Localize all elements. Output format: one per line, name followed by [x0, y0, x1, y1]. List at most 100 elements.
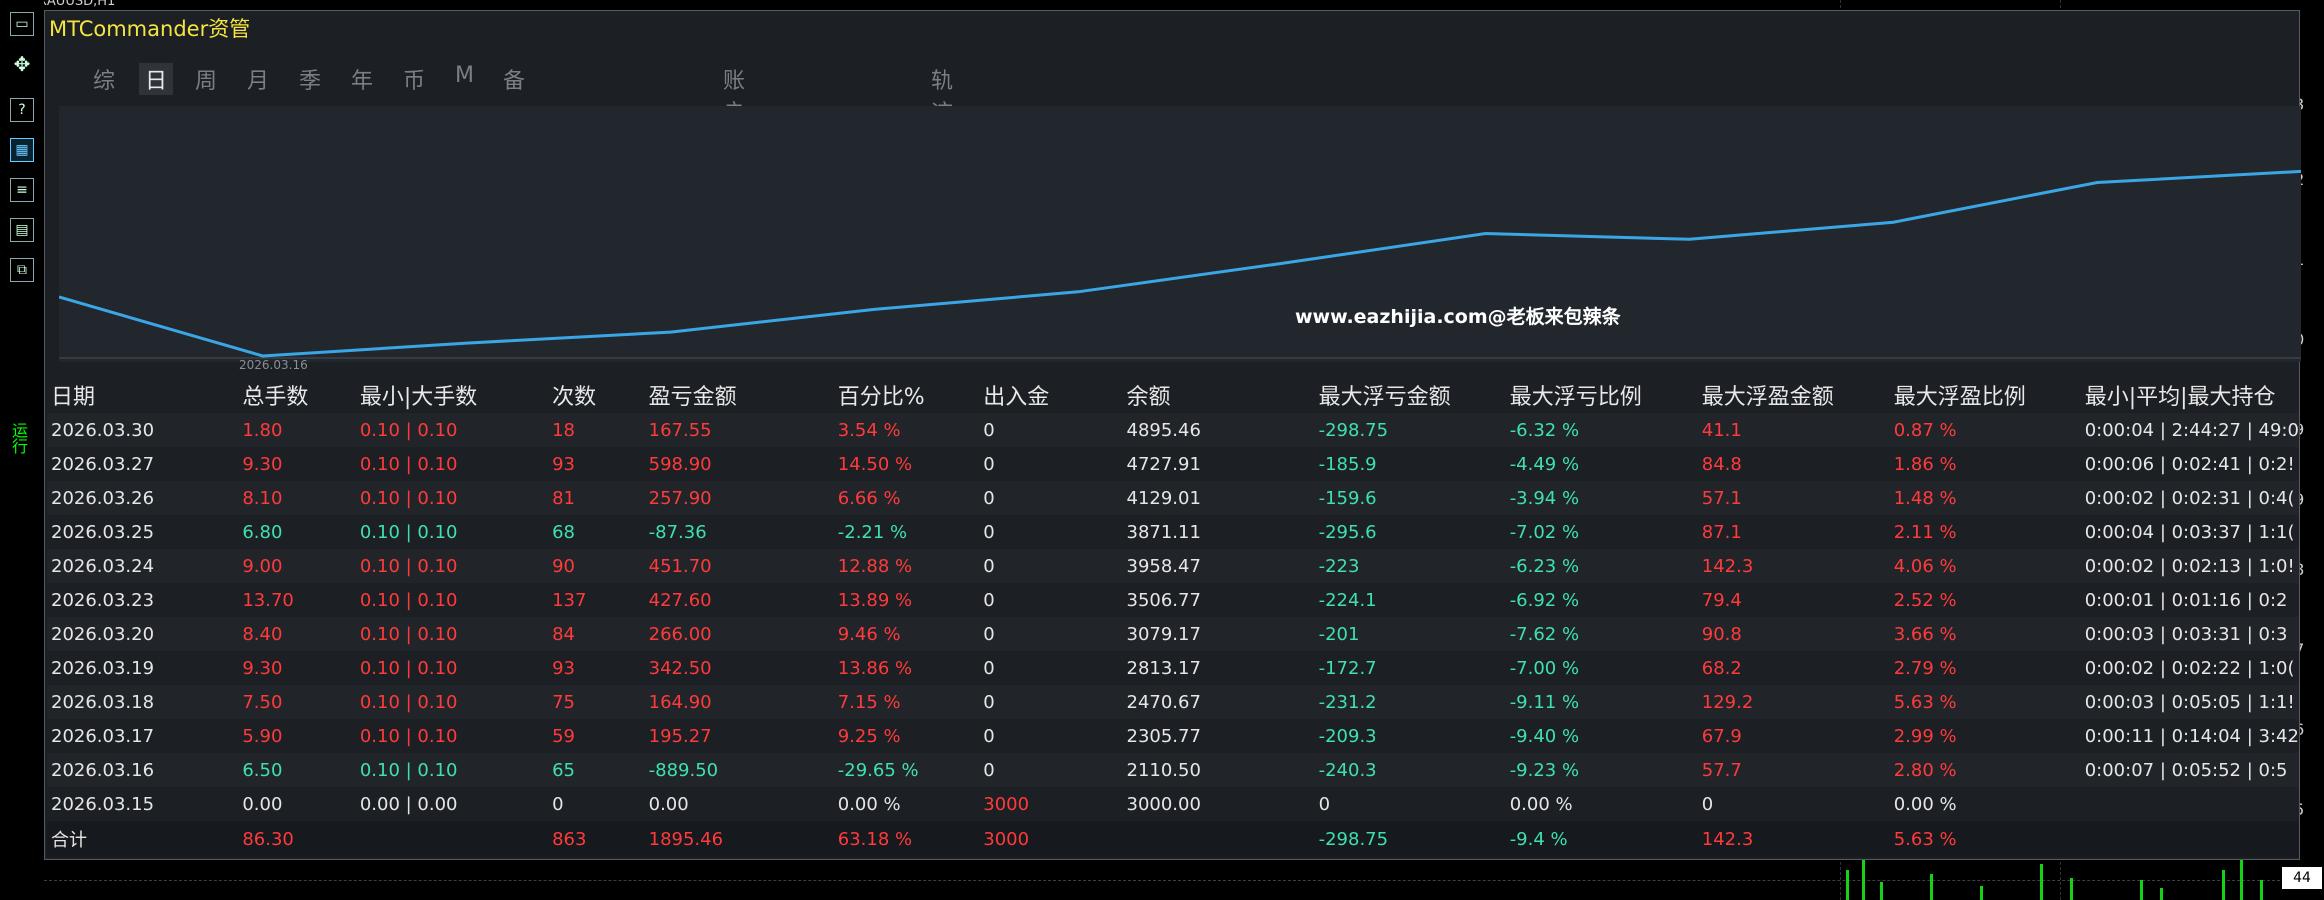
total-pnl: 1895.46 — [648, 821, 838, 857]
cell-pct: 6.66 % — [837, 481, 984, 515]
tab-currency[interactable]: 币 — [403, 63, 425, 95]
cell-max-dd: 0 — [1318, 787, 1510, 821]
header-date[interactable]: 日期 — [47, 377, 242, 413]
table-row[interactable]: 2026.03.24 9.00 0.10 | 0.10 90 451.70 12.88 %… — [47, 549, 2299, 583]
tab-backup[interactable]: 备 — [503, 63, 525, 95]
table-row[interactable]: 2026.03.19 9.30 0.10 | 0.10 93 342.50 13.86 %… — [47, 651, 2299, 685]
cell-max-fp: 90.8 — [1701, 617, 1894, 651]
cell-balance: 3958.47 — [1126, 549, 1319, 583]
cell-max-fp: 79.4 — [1701, 583, 1894, 617]
total-lots: 86.30 — [242, 821, 360, 857]
cell-minmax: 0.10 | 0.10 — [359, 685, 553, 719]
cell-pnl: -889.50 — [648, 753, 838, 787]
header-hold-time[interactable]: 最小|平均|最大持仓 — [2085, 377, 2299, 413]
cell-lots: 0.00 — [242, 787, 360, 821]
cell-max-dd-pct: -3.94 % — [1509, 481, 1702, 515]
mtcommander-panel: MTCommander资管 综 日 周 月 季 年 币 M 备 账户 轨迹 20… — [44, 10, 2301, 860]
cell-max-dd: -298.75 — [1318, 413, 1510, 447]
panel-title: MTCommander资管 — [49, 17, 251, 41]
table-row[interactable]: 2026.03.16 6.50 0.10 | 0.10 65 -889.50 -29.65… — [47, 753, 2299, 787]
header-max-fp-pct[interactable]: 最大浮盈比例 — [1894, 377, 2085, 413]
cell-lots: 9.30 — [242, 651, 360, 685]
header-max-dd[interactable]: 最大浮亏金额 — [1319, 377, 1510, 413]
header-percent[interactable]: 百分比% — [838, 377, 984, 413]
cell-date: 2026.03.19 — [47, 651, 243, 685]
cell-pct: 12.88 % — [837, 549, 984, 583]
cell-max-fp: 57.7 — [1701, 753, 1894, 787]
table-row[interactable]: 2026.03.17 5.90 0.10 | 0.10 59 195.27 9.25 % 0… — [47, 719, 2299, 753]
cell-max-fp-pct: 2.52 % — [1893, 583, 2085, 617]
tab-summary[interactable]: 综 — [93, 63, 115, 95]
window-icon[interactable]: ▭ — [10, 12, 34, 36]
price-bar — [2222, 870, 2225, 900]
header-max-fp[interactable]: 最大浮盈金额 — [1702, 377, 1894, 413]
cell-date: 2026.03.17 — [47, 719, 243, 753]
total-max-fp: 142.3 — [1701, 821, 1894, 857]
current-price-box: 44 — [2282, 867, 2322, 889]
tab-week[interactable]: 周 — [195, 63, 217, 95]
cell-pnl: 342.50 — [648, 651, 838, 685]
header-count[interactable]: 次数 — [552, 377, 649, 413]
header-pnl[interactable]: 盈亏金额 — [649, 377, 838, 413]
cell-flow: 0 — [983, 481, 1127, 515]
cell-lots: 9.00 — [242, 549, 360, 583]
cell-count: 93 — [552, 651, 649, 685]
cell-flow: 0 — [983, 583, 1127, 617]
cell-flow: 3000 — [983, 787, 1127, 821]
cell-minmax: 0.00 | 0.00 — [359, 787, 553, 821]
cell-pnl: 257.90 — [648, 481, 838, 515]
price-bar — [1862, 856, 1865, 900]
total-max-dd: -298.75 — [1318, 821, 1510, 857]
cell-lots: 8.40 — [242, 617, 360, 651]
tab-month[interactable]: 月 — [247, 63, 269, 95]
table-row[interactable]: 2026.03.15 0.00 0.00 | 0.00 0 0.00 0.00 % 3000… — [47, 787, 2299, 821]
table-row[interactable]: 2026.03.20 8.40 0.10 | 0.10 84 266.00 9.46 % 0… — [47, 617, 2299, 651]
grid-icon[interactable]: ▦ — [10, 138, 34, 162]
symbol-label: XAUUSD,H1 — [38, 0, 116, 9]
total-max-dd-pct: -9.4 % — [1509, 821, 1702, 857]
table-row[interactable]: 2026.03.26 8.10 0.10 | 0.10 81 257.90 6.66 % 0… — [47, 481, 2299, 515]
tab-quarter[interactable]: 季 — [299, 63, 321, 95]
header-lots[interactable]: 总手数 — [242, 377, 360, 413]
cell-max-fp-pct: 2.11 % — [1893, 515, 2085, 549]
cell-max-dd: -209.3 — [1318, 719, 1510, 753]
cell-date: 2026.03.24 — [47, 549, 243, 583]
table-row[interactable]: 2026.03.18 7.50 0.10 | 0.10 75 164.90 7.15 % 0… — [47, 685, 2299, 719]
header-flow[interactable]: 出入金 — [983, 377, 1126, 413]
table-row[interactable]: 2026.03.30 1.80 0.10 | 0.10 18 167.55 3.54 % 0… — [47, 413, 2299, 447]
table-row[interactable]: 2026.03.25 6.80 0.10 | 0.10 68 -87.36 -2.21 %… — [47, 515, 2299, 549]
cell-hold-time: 0:00:03 | 0:05:05 | 1:1! — [2084, 685, 2299, 719]
cell-max-fp: 129.2 — [1701, 685, 1894, 719]
tab-m[interactable]: M — [455, 63, 474, 88]
cell-minmax: 0.10 | 0.10 — [359, 481, 553, 515]
list-icon[interactable]: ≡ — [10, 178, 34, 202]
price-bar — [2140, 880, 2143, 900]
cell-pnl: 0.00 — [648, 787, 838, 821]
cell-max-fp: 84.8 — [1701, 447, 1894, 481]
header-balance[interactable]: 余额 — [1127, 377, 1319, 413]
header-minmax-lots[interactable]: 最小|大手数 — [360, 377, 552, 413]
watermark-text: www.eazhijia.com@老板来包辣条 — [1295, 306, 1621, 328]
tab-day[interactable]: 日 — [139, 63, 174, 95]
cell-balance: 2305.77 — [1126, 719, 1319, 753]
cell-max-dd-pct: 0.00 % — [1509, 787, 1702, 821]
cell-flow: 0 — [983, 685, 1127, 719]
cell-pnl: 451.70 — [648, 549, 838, 583]
help-icon[interactable]: ? — [10, 98, 34, 122]
cell-max-dd-pct: -9.40 % — [1509, 719, 1702, 753]
table-row[interactable]: 2026.03.27 9.30 0.10 | 0.10 93 598.90 14.50 %… — [47, 447, 2299, 481]
cell-max-dd-pct: -7.02 % — [1509, 515, 1702, 549]
table-icon[interactable]: ▤ — [10, 218, 34, 242]
header-max-dd-pct[interactable]: 最大浮亏比例 — [1510, 377, 1702, 413]
cell-count: 18 — [552, 413, 649, 447]
cell-pnl: 427.60 — [648, 583, 838, 617]
restore-icon[interactable]: ⧉ — [10, 258, 34, 282]
move-icon[interactable]: ✥ — [10, 52, 34, 76]
cell-pnl: -87.36 — [648, 515, 838, 549]
cell-pnl: 195.27 — [648, 719, 838, 753]
cell-max-dd-pct: -9.23 % — [1509, 753, 1702, 787]
tab-year[interactable]: 年 — [351, 63, 373, 95]
cell-balance: 4895.46 — [1126, 413, 1319, 447]
table-row[interactable]: 2026.03.23 13.70 0.10 | 0.10 137 427.60 13.89… — [47, 583, 2299, 617]
cell-lots: 7.50 — [242, 685, 360, 719]
